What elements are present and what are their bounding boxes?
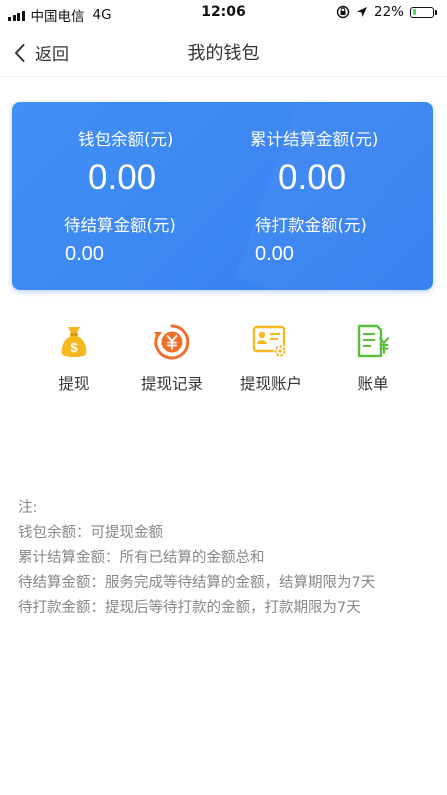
nav-bar: 返回 我的钱包 xyxy=(0,26,447,77)
money-bag-icon: $ xyxy=(61,327,87,357)
battery-level-fill xyxy=(412,9,417,15)
bill-button[interactable]: 账单 xyxy=(318,322,428,397)
withdraw-record-label: 提现记录 xyxy=(140,375,203,393)
pending-payment-value: 0.00 xyxy=(255,243,294,265)
note-line: 钱包余额：可提现金额 xyxy=(18,525,163,541)
back-button[interactable]: 返回 xyxy=(14,40,69,65)
withdraw-account-button[interactable]: 提现账户 xyxy=(216,322,326,397)
pending-payment-label: 待打款金额(元) xyxy=(255,216,367,235)
battery-icon xyxy=(410,6,434,18)
status-bar: 中国电信 4G 12:06 22% xyxy=(0,0,447,26)
balance-label: 钱包余额(元) xyxy=(78,130,174,149)
notes-section: 注: 钱包余额：可提现金额 累计结算金额：所有已结算的金额总和 待结算金额：服务… xyxy=(18,496,438,621)
withdraw-button[interactable]: $ 提现 xyxy=(19,322,129,397)
withdraw-record-button[interactable]: 提现记录 xyxy=(117,322,227,397)
rotation-lock-icon xyxy=(336,5,350,19)
bill-icon xyxy=(357,324,389,358)
notes-title: 注: xyxy=(18,500,38,516)
pending-settlement-label: 待结算金额(元) xyxy=(64,216,176,235)
location-arrow-icon xyxy=(356,7,367,17)
total-settled-value: 0.00 xyxy=(278,158,347,197)
svg-text:$: $ xyxy=(70,340,78,355)
account-card-icon xyxy=(252,325,287,358)
note-line: 待打款金额：提现后等待打款的金额，打款期限为7天 xyxy=(18,600,361,616)
battery-tip xyxy=(435,9,437,15)
balance-value: 0.00 xyxy=(88,158,157,197)
status-right: 22% xyxy=(336,4,437,20)
note-line: 累计结算金额：所有已结算的金额总和 xyxy=(18,550,265,566)
chevron-left-icon xyxy=(15,43,25,62)
pending-settlement-value: 0.00 xyxy=(65,243,104,265)
note-line: 待结算金额：服务完成等待结算的金额，结算期限为7天 xyxy=(18,575,376,591)
bill-label: 账单 xyxy=(357,375,389,393)
withdraw-label: 提现 xyxy=(58,375,90,393)
battery-percent: 22% xyxy=(373,4,404,20)
total-settled-label: 累计结算金额(元) xyxy=(250,130,379,149)
back-label: 返回 xyxy=(35,45,69,65)
wallet-card: 钱包余额(元) 0.00 累计结算金额(元) 0.00 待结算金额(元) 0.0… xyxy=(12,102,433,290)
withdraw-account-label: 提现账户 xyxy=(239,375,302,393)
withdraw-record-icon xyxy=(154,324,190,360)
